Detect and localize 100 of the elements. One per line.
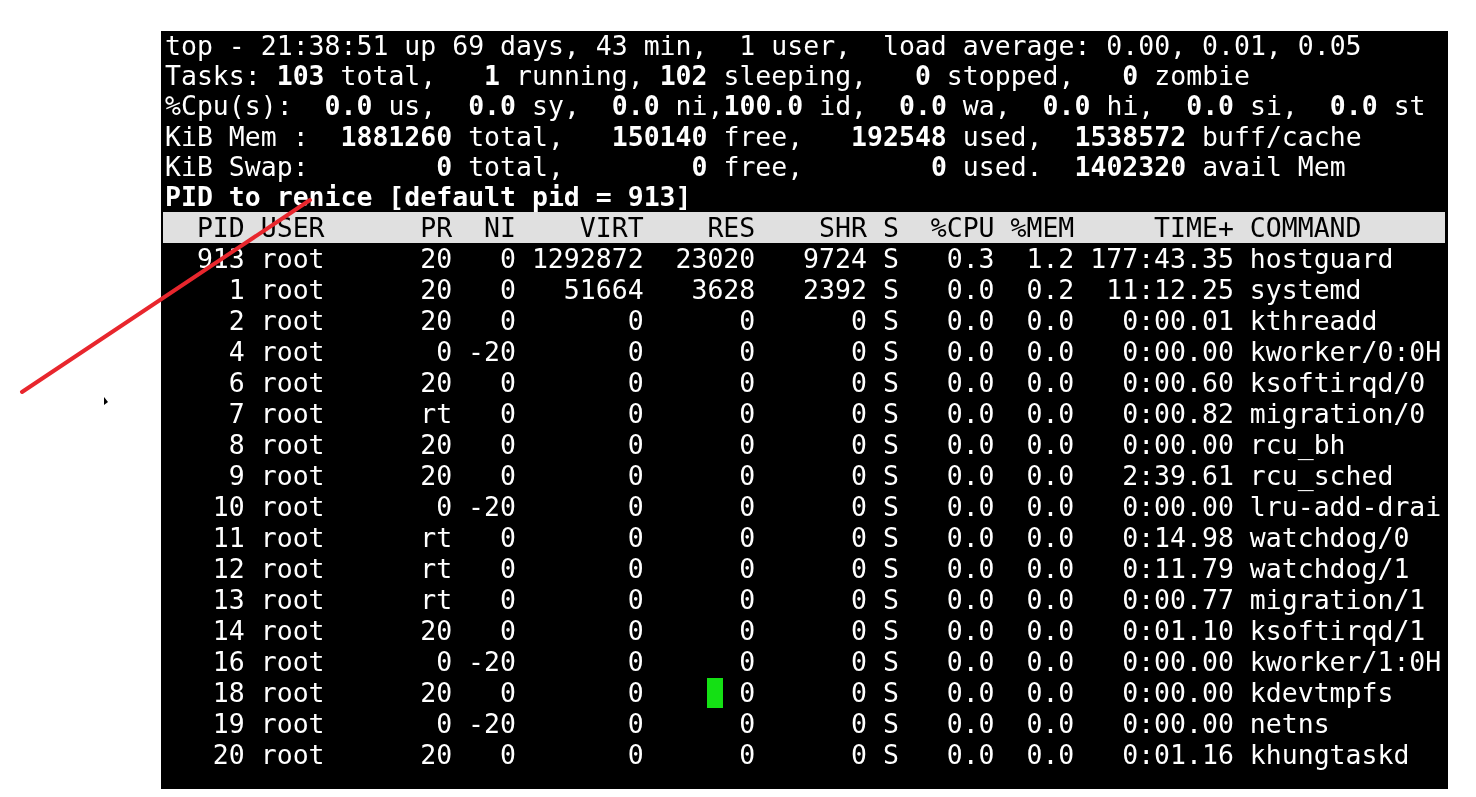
- table-cell: 3628: [691, 274, 756, 306]
- summary-line: Tasks: 103 total, 1 running, 102 sleeping, 0 stopped, 0 zombie: [165, 61, 1251, 92]
- table-cell: 0: [627, 739, 644, 771]
- table-cell: 1292872: [531, 243, 644, 275]
- table-cell: 20: [212, 739, 245, 771]
- table-cell: 0: [850, 615, 867, 647]
- table-cell: kworker/1:0H: [1249, 646, 1442, 678]
- table-cell: lru-add-drai: [1249, 491, 1442, 523]
- table-cell: 0.0: [1026, 398, 1075, 430]
- table-cell: ksoftirqd/1: [1249, 615, 1426, 647]
- column-header: PR: [420, 212, 453, 244]
- table-cell: 16: [212, 646, 245, 678]
- table-cell: 0: [627, 305, 644, 337]
- table-cell: 0: [627, 553, 644, 585]
- table-cell: S: [882, 739, 899, 771]
- table-cell: 0.0: [946, 336, 995, 368]
- table-cell: 0.0: [946, 708, 995, 740]
- table-cell: root: [260, 398, 325, 430]
- table-cell: migration/0: [1249, 398, 1426, 430]
- table-cell: 0.0: [946, 739, 995, 771]
- table-cell: 6: [228, 367, 245, 399]
- table-cell: -20: [468, 646, 516, 678]
- table-cell: S: [882, 336, 899, 368]
- table-cell: root: [260, 367, 325, 399]
- table-cell: 8: [228, 429, 245, 461]
- table-cell: 0: [500, 677, 516, 709]
- table-cell: 0: [500, 305, 516, 337]
- table-cell: root: [260, 739, 325, 771]
- table-cell: 0.0: [1026, 491, 1075, 523]
- table-cell: 0.0: [946, 491, 995, 523]
- table-cell: root: [260, 677, 325, 709]
- table-cell: 20: [420, 429, 453, 461]
- table-cell: 20: [420, 615, 453, 647]
- table-cell: 14: [212, 615, 245, 647]
- table-cell: 0.0: [1026, 584, 1075, 616]
- table-cell: 0:00.60: [1122, 367, 1234, 399]
- table-cell: 0: [500, 553, 516, 585]
- pointer-icon: [104, 397, 108, 405]
- table-cell: 19: [212, 708, 245, 740]
- table-cell: rt: [420, 584, 453, 616]
- table-cell: S: [882, 367, 899, 399]
- table-cell: 0.0: [946, 305, 995, 337]
- prompt-text: PID to renice [default pid = 913]: [165, 181, 693, 213]
- table-cell: 20: [420, 274, 453, 306]
- table-cell: 20: [420, 739, 453, 771]
- table-cell: 0: [850, 429, 867, 461]
- table-cell: hostguard: [1249, 243, 1394, 275]
- table-cell: -20: [468, 708, 516, 740]
- table-cell: 0: [850, 708, 867, 740]
- table-cell: S: [882, 398, 899, 430]
- table-cell: 0: [627, 708, 644, 740]
- table-cell: 0:00.00: [1122, 646, 1234, 678]
- summary-line: KiB Mem : 1881260 total, 150140 free, 192548 used, 1538572 buff/cache: [165, 121, 1363, 152]
- table-cell: 12: [212, 553, 245, 585]
- table-cell: 0.0: [1026, 677, 1075, 709]
- table-cell: 0: [739, 677, 756, 709]
- table-cell: kdevtmpfs: [1249, 677, 1394, 709]
- summary-line: KiB Swap: 0 total, 0 free, 0 used. 1402320 avail Mem: [165, 151, 1347, 182]
- table-cell: 0: [627, 460, 644, 492]
- table-cell: 0: [850, 553, 867, 585]
- table-cell: 0: [627, 677, 644, 709]
- table-cell: 0.0: [946, 367, 995, 399]
- column-header: S: [882, 212, 899, 244]
- table-cell: 51664: [563, 274, 644, 306]
- table-cell: 0: [850, 367, 867, 399]
- table-cell: root: [260, 243, 325, 275]
- table-cell: 0.0: [946, 646, 995, 678]
- table-cell: 0: [739, 336, 756, 368]
- table-cell: 20: [420, 243, 453, 275]
- table-cell: root: [260, 274, 325, 306]
- table-cell: 0: [436, 708, 453, 740]
- table-cell: root: [260, 615, 325, 647]
- column-header: PID: [196, 212, 245, 244]
- table-cell: 9724: [803, 243, 867, 275]
- table-cell: 20: [420, 367, 453, 399]
- table-cell: 0: [500, 615, 516, 647]
- table-cell: 0: [500, 367, 516, 399]
- table-cell: 0: [500, 243, 516, 275]
- table-cell: 0: [850, 646, 867, 678]
- table-cell: 13: [212, 584, 245, 616]
- table-cell: 20: [420, 677, 453, 709]
- table-cell: 0: [850, 522, 867, 554]
- table-cell: netns: [1249, 708, 1330, 740]
- table-cell: 2:39.61: [1122, 460, 1234, 492]
- table-cell: 0: [850, 491, 867, 523]
- table-cell: 0: [739, 429, 756, 461]
- table-cell: 0: [627, 336, 644, 368]
- column-header: SHR: [819, 212, 867, 244]
- table-cell: rcu_sched: [1249, 460, 1394, 492]
- table-cell: 20: [420, 460, 453, 492]
- table-cell: watchdog/1: [1249, 553, 1410, 585]
- table-cell: 0: [627, 491, 644, 523]
- table-cell: 0: [739, 739, 756, 771]
- column-header: TIME+: [1154, 212, 1234, 244]
- summary-line: %Cpu(s): 0.0 us, 0.0 sy, 0.0 ni,100.0 id, 0.0 wa, 0.0 hi, 0.0 si, 0.0 st: [165, 91, 1427, 122]
- table-cell: 0: [739, 584, 756, 616]
- table-cell: S: [882, 429, 899, 461]
- table-cell: 0.0: [1026, 615, 1075, 647]
- table-cell: 0: [500, 460, 516, 492]
- table-cell: 0:00.82: [1122, 398, 1234, 430]
